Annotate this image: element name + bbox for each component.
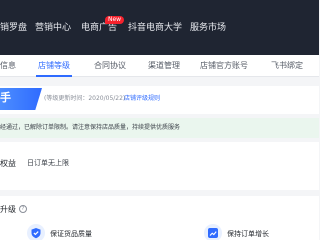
growth-chart-icon: [204, 224, 222, 240]
nav-item-university[interactable]: 抖音电商大学: [128, 22, 182, 34]
tab-info[interactable]: 信息: [0, 60, 16, 71]
level-rules-link[interactable]: 店铺评级规则: [124, 95, 160, 103]
info-icon[interactable]: ?: [19, 205, 27, 213]
level-name: 手: [0, 91, 11, 104]
store-level-page: 销罗盘 营销中心 电商广告 New 抖音电商大学 服务市场 信息 店铺等级 合同…: [0, 0, 319, 240]
level-update-time: (等级更新时间：2020/05/22): [44, 95, 126, 102]
nav-item-service-market[interactable]: 服务市场: [190, 22, 226, 34]
top-navigation-bar: 销罗盘 营销中心 电商广告 New 抖音电商大学 服务市场: [0, 0, 319, 55]
rights-title: 权益: [0, 159, 16, 168]
rights-daily-orders: 日订单无上限: [27, 159, 69, 167]
tab-feishu-binding[interactable]: 飞书绑定: [271, 60, 303, 71]
status-notice-text: 经通过，已解除订单限制。请注意保持店品质量，持续提供优质服务: [0, 124, 181, 131]
tab-official-accounts[interactable]: 店铺官方账号: [200, 60, 248, 71]
upgrade-card-orders-label: 保持订单增长: [227, 230, 269, 238]
upgrade-card-quality-label: 保证货品质量: [50, 230, 92, 238]
tab-contracts[interactable]: 合同协议: [94, 60, 126, 71]
shield-check-icon: [27, 224, 45, 240]
settings-tabs: 信息 店铺等级 合同协议 渠道管理 店铺官方账号 飞书绑定: [0, 55, 319, 77]
nav-item-marketing[interactable]: 营销中心: [35, 22, 71, 34]
upgrade-section: [0, 196, 319, 240]
new-badge: New: [105, 16, 125, 24]
active-tab-indicator: [36, 75, 72, 77]
tab-channels[interactable]: 渠道管理: [148, 60, 180, 71]
tab-store-level[interactable]: 店铺等级: [38, 60, 70, 71]
upgrade-title: 升级: [0, 205, 16, 214]
nav-item-compass[interactable]: 销罗盘: [0, 22, 27, 34]
